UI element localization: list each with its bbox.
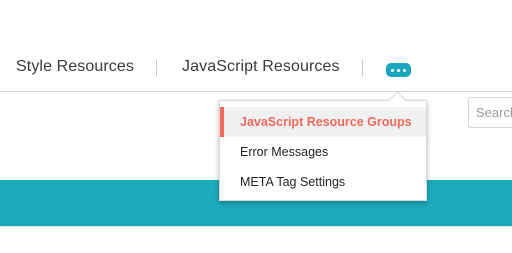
tab-style-resources[interactable]: Style Resources (16, 58, 134, 76)
ellipsis-icon (391, 68, 394, 72)
more-tabs-dropdown: JavaScript Resource Groups Error Message… (219, 91, 427, 201)
menu-item-javascript-resource-groups[interactable]: JavaScript Resource Groups (220, 107, 426, 137)
header-divider (0, 91, 512, 92)
tab-separator (156, 60, 157, 76)
more-tabs-button[interactable] (386, 63, 411, 77)
ellipsis-icon-dot (397, 68, 400, 72)
content-divider (0, 226, 512, 227)
search-input[interactable] (468, 97, 512, 128)
tab-separator (362, 60, 363, 76)
menu-item-meta-tag-settings[interactable]: META Tag Settings (220, 167, 426, 197)
top-navigation: Style Resources JavaScript Resources (0, 0, 512, 92)
menu-item-error-messages[interactable]: Error Messages (220, 137, 426, 167)
ellipsis-icon-dot (403, 68, 406, 72)
tab-javascript-resources[interactable]: JavaScript Resources (182, 58, 340, 76)
